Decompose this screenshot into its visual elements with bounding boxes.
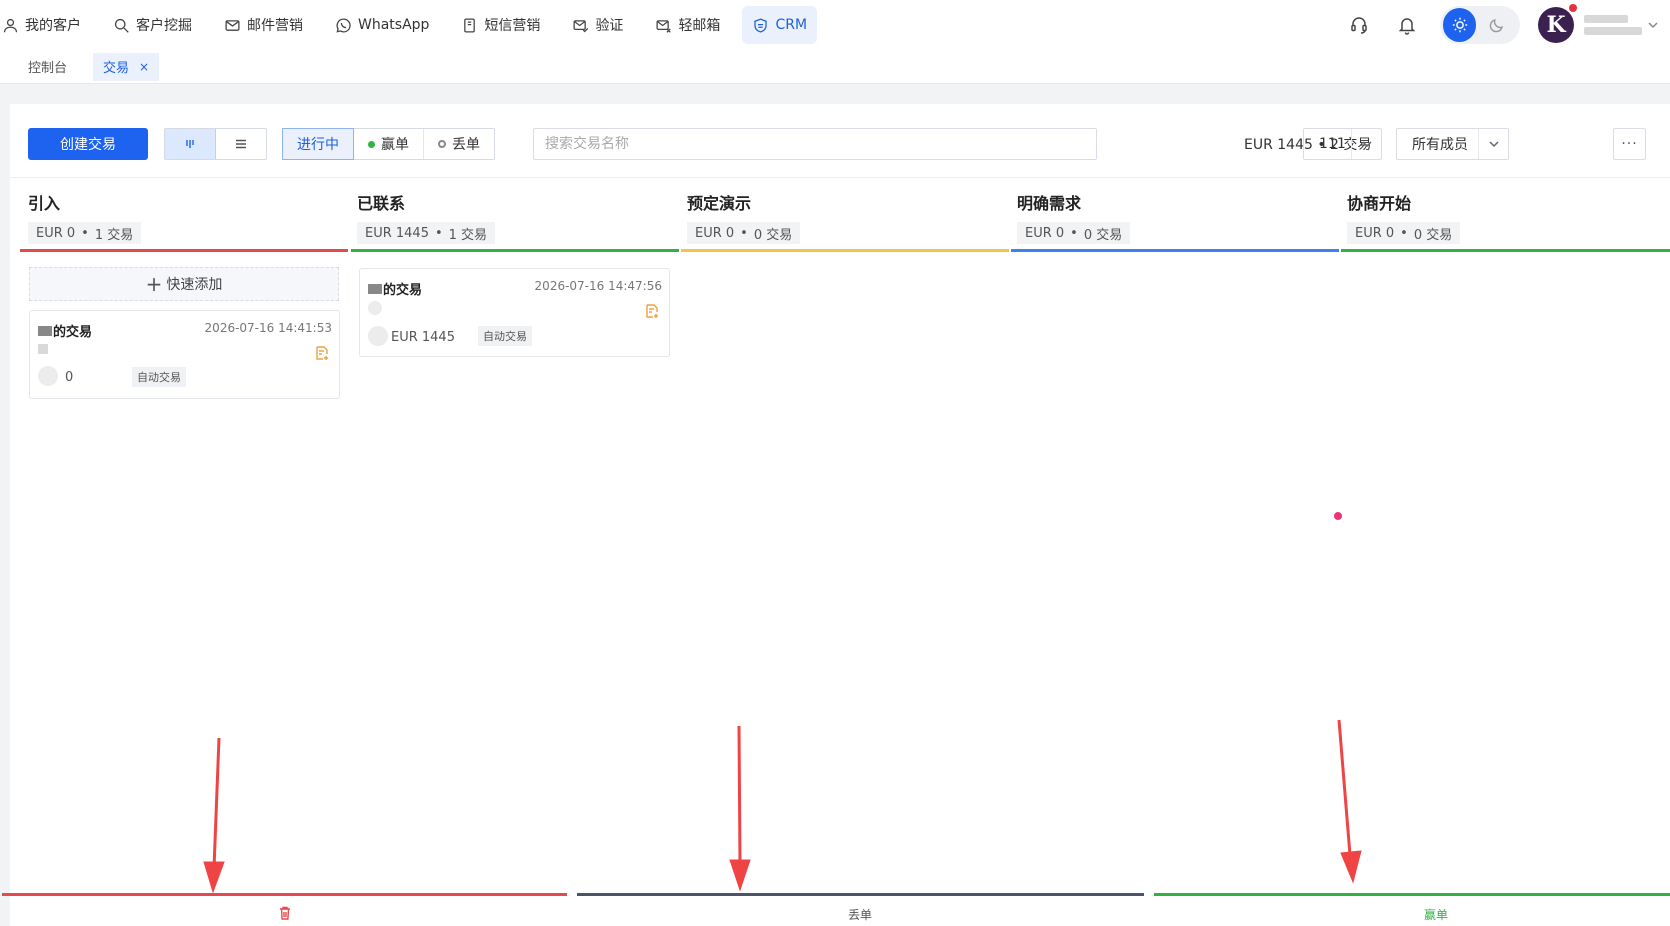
annotation-arrows	[203, 719, 1362, 894]
annotation-arrow	[203, 737, 225, 894]
annotation-arrow	[1337, 719, 1362, 884]
annotation-arrow	[729, 725, 751, 892]
